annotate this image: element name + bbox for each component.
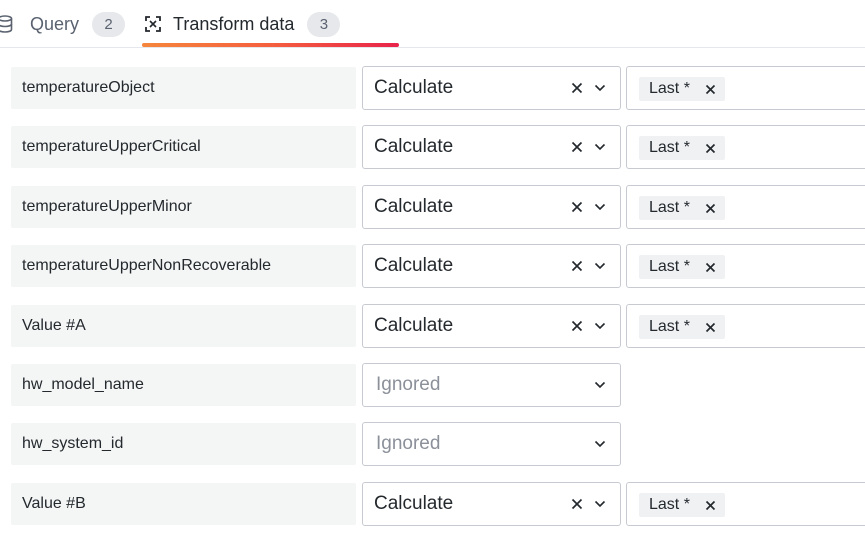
active-tab-indicator <box>142 43 399 47</box>
remove-chip-icon[interactable] <box>703 320 717 334</box>
field-row: hw_system_id Ignored <box>0 422 865 466</box>
field-name: hw_model_name <box>11 364 356 406</box>
mode-select-value: Calculate <box>374 493 454 514</box>
mode-select-value: Ignored <box>376 374 441 395</box>
mode-select[interactable]: Calculate <box>362 185 621 229</box>
field-name: Value #B <box>11 483 356 525</box>
chevron-down-icon[interactable] <box>592 258 608 274</box>
chevron-down-icon[interactable] <box>592 496 608 512</box>
field-name: temperatureObject <box>11 67 356 109</box>
calculation-chip-label: Last * <box>649 139 690 156</box>
calculation-chip: Last * <box>639 196 725 220</box>
clear-icon[interactable] <box>569 496 585 512</box>
tab-transform-data[interactable]: Transform data 3 <box>142 0 341 48</box>
remove-chip-icon[interactable] <box>703 260 717 274</box>
clear-icon[interactable] <box>569 199 585 215</box>
tab-transform-label: Transform data <box>173 13 295 34</box>
calculation-chip-label: Last * <box>649 199 690 216</box>
tab-query[interactable]: Query 2 <box>0 0 126 48</box>
calculation-select[interactable]: Last * <box>626 185 865 229</box>
calculation-select[interactable]: Last * <box>626 66 865 110</box>
calculation-chip-label: Last * <box>649 80 690 97</box>
calculation-chip: Last * <box>639 77 725 101</box>
field-row: temperatureObject Calculate Last * <box>0 66 865 110</box>
calculation-chip: Last * <box>639 136 725 160</box>
field-name: temperatureUpperMinor <box>11 186 356 228</box>
field-row: Value #B Calculate Last * <box>0 482 865 526</box>
mode-select-value: Calculate <box>374 77 454 98</box>
mode-select[interactable]: Calculate <box>362 482 621 526</box>
mode-select[interactable]: Calculate <box>362 244 621 288</box>
tab-bar: Query 2 Transform data 3 <box>0 0 865 48</box>
mode-select-value: Calculate <box>374 136 454 157</box>
calculation-select[interactable]: Last * <box>626 125 865 169</box>
database-icon <box>0 13 16 35</box>
mode-select[interactable]: Ignored <box>362 363 621 407</box>
mode-select-value: Calculate <box>374 196 454 217</box>
clear-icon[interactable] <box>569 139 585 155</box>
chevron-down-icon[interactable] <box>592 377 608 393</box>
mode-select[interactable]: Calculate <box>362 125 621 169</box>
mode-select-value: Calculate <box>374 255 454 276</box>
calculation-chip: Last * <box>639 493 725 517</box>
clear-icon[interactable] <box>569 80 585 96</box>
field-name: temperatureUpperCritical <box>11 126 356 168</box>
mode-select-value: Calculate <box>374 315 454 336</box>
calculation-select[interactable]: Last * <box>626 244 865 288</box>
transform-icon <box>142 13 164 35</box>
calculation-chip-label: Last * <box>649 258 690 275</box>
tab-query-counter: 2 <box>92 11 126 37</box>
field-name: Value #A <box>11 305 356 347</box>
remove-chip-icon[interactable] <box>703 82 717 96</box>
chevron-down-icon[interactable] <box>592 80 608 96</box>
calculation-chip: Last * <box>639 255 725 279</box>
remove-chip-icon[interactable] <box>703 498 717 512</box>
mode-select[interactable]: Calculate <box>362 304 621 348</box>
calculation-chip: Last * <box>639 315 725 339</box>
calculation-select[interactable]: Last * <box>626 304 865 348</box>
field-row: Value #A Calculate Last * <box>0 304 865 348</box>
field-row: hw_model_name Ignored <box>0 363 865 407</box>
chevron-down-icon[interactable] <box>592 318 608 334</box>
field-name: temperatureUpperNonRecoverable <box>11 245 356 287</box>
calculation-select[interactable]: Last * <box>626 482 865 526</box>
mode-select[interactable]: Calculate <box>362 66 621 110</box>
field-row: temperatureUpperCritical Calculate Last * <box>0 125 865 169</box>
field-row: temperatureUpperMinor Calculate Last * <box>0 185 865 229</box>
chevron-down-icon[interactable] <box>592 199 608 215</box>
mode-select[interactable]: Ignored <box>362 422 621 466</box>
remove-chip-icon[interactable] <box>703 141 717 155</box>
mode-select-value: Ignored <box>376 433 441 454</box>
field-name: hw_system_id <box>11 423 356 465</box>
chevron-down-icon[interactable] <box>592 436 608 452</box>
field-row: temperatureUpperNonRecoverable Calculate L… <box>0 244 865 288</box>
calculation-chip-label: Last * <box>649 496 690 513</box>
chevron-down-icon[interactable] <box>592 139 608 155</box>
remove-chip-icon[interactable] <box>703 201 717 215</box>
tab-query-label: Query <box>30 13 80 34</box>
clear-icon[interactable] <box>569 258 585 274</box>
tab-transform-counter: 3 <box>307 11 341 37</box>
calculation-chip-label: Last * <box>649 318 690 335</box>
clear-icon[interactable] <box>569 318 585 334</box>
